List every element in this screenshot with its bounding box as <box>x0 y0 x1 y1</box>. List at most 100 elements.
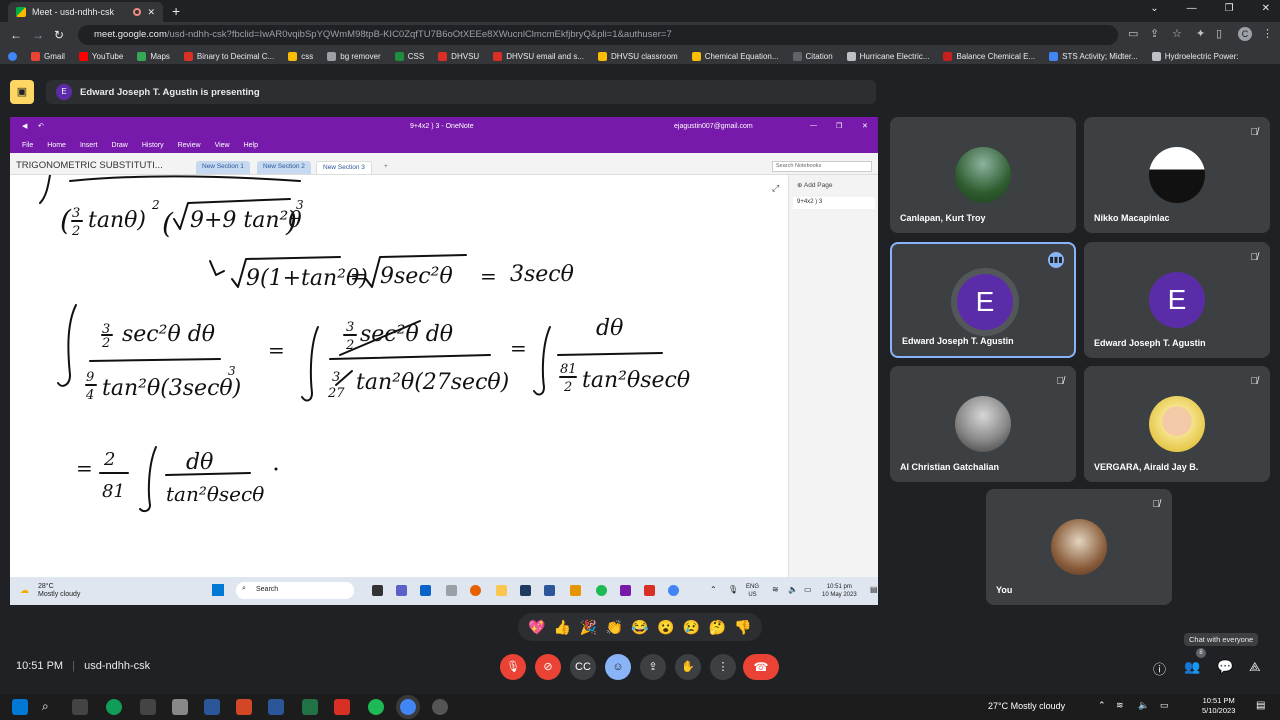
restore-icon[interactable]: ❐ <box>836 122 842 130</box>
app-icon-2[interactable] <box>570 585 581 596</box>
reaction-emoji-button[interactable]: 👏 <box>605 619 622 636</box>
bookmark-item[interactable]: DHVSU email and s... <box>493 51 584 61</box>
notebook-selector[interactable]: TRIGONOMETRIC SUBSTITUTI... <box>16 160 163 171</box>
share-icon[interactable]: ⇪ <box>1150 27 1159 40</box>
bookmark-item[interactable]: DHVSU classroom <box>598 51 678 61</box>
minimize-icon[interactable]: — <box>810 122 817 129</box>
windows-start-icon[interactable] <box>212 584 224 596</box>
mic-icon[interactable]: 🎙 <box>728 585 738 594</box>
bookmark-item[interactable]: Binary to Decimal C... <box>183 51 274 61</box>
app-icon-2[interactable] <box>432 699 448 715</box>
bookmark-item[interactable]: STS Activity; Midter... <box>1049 51 1138 61</box>
taskbar-weather[interactable]: 27°C Mostly cloudy <box>988 701 1065 711</box>
onenote-menu-insert[interactable]: Insert <box>80 142 98 149</box>
bookmark-item[interactable]: Chemical Equation... <box>691 51 779 61</box>
wifi-icon[interactable]: ≋ <box>772 585 779 594</box>
store-icon[interactable] <box>172 699 188 715</box>
search-icon[interactable]: ⌕ <box>42 699 49 714</box>
camera-off-button[interactable]: ⊘ <box>535 654 561 680</box>
back-icon[interactable]: ◀ <box>22 122 27 130</box>
section-tab-3[interactable]: New Section 3 <box>316 161 372 174</box>
bookmark-item[interactable]: Maps <box>137 51 170 61</box>
file-explorer-icon[interactable] <box>496 585 507 596</box>
chevron-down-icon[interactable]: ⌄ <box>1150 3 1158 14</box>
apps-grid-icon[interactable] <box>8 51 17 61</box>
reaction-emoji-button[interactable]: 😮 <box>657 619 674 636</box>
notification-icon[interactable]: ▤ <box>870 585 878 594</box>
app-icon[interactable] <box>140 699 156 715</box>
reaction-emoji-button[interactable]: 💖 <box>528 619 545 636</box>
participant-tile[interactable]: 🎙̸ Nikko Macapinlac <box>1084 117 1270 233</box>
calculator-icon[interactable] <box>544 585 555 596</box>
chrome-icon[interactable] <box>668 585 679 596</box>
leave-call-button[interactable]: ☎ <box>743 654 779 680</box>
bookmark-item[interactable]: Hurricane Electric... <box>846 51 929 61</box>
page-list-item[interactable]: 9+4x2 ) 3 <box>793 197 875 209</box>
participant-tile-active-speaker[interactable]: ▮▮▮ E Edward Joseph T. Agustin <box>890 242 1076 358</box>
section-tab-2[interactable]: New Section 2 <box>257 161 311 174</box>
taskview-icon[interactable] <box>72 699 88 715</box>
reaction-emoji-button[interactable]: 🎉 <box>580 619 597 636</box>
close-icon[interactable]: ✕ <box>862 122 868 130</box>
onenote-menu-help[interactable]: Help <box>244 142 258 149</box>
bookmark-item[interactable]: Citation <box>792 51 833 61</box>
edge-icon[interactable] <box>106 699 122 715</box>
teams-icon[interactable] <box>396 585 407 596</box>
windows-start-icon[interactable] <box>12 699 28 715</box>
language-indicator[interactable]: ENG US <box>746 583 759 599</box>
bookmark-item[interactable]: DHVSU <box>438 51 479 61</box>
close-window-icon[interactable]: ✕ <box>1262 3 1270 14</box>
reload-icon[interactable]: ↻ <box>54 28 64 42</box>
bookmark-item[interactable]: Gmail <box>31 51 65 61</box>
bookmark-item[interactable]: bg remover <box>327 51 381 61</box>
captions-button[interactable]: CC <box>570 654 596 680</box>
camera-permission-icon[interactable]: ▭ <box>1128 27 1138 40</box>
taskbar-clock[interactable]: 10:51 PM 5/10/2023 <box>1202 696 1235 716</box>
onenote-menu-view[interactable]: View <box>215 142 230 149</box>
reaction-emoji-button[interactable]: 👎 <box>734 619 751 636</box>
back-arrow-icon[interactable]: ← <box>10 28 22 42</box>
terminal-icon[interactable] <box>520 585 531 596</box>
bookmark-star-icon[interactable]: ☆ <box>1172 27 1182 40</box>
minimize-icon[interactable]: — <box>1187 3 1197 14</box>
people-icon[interactable]: 👥 <box>1184 659 1200 675</box>
emoji-reaction-button[interactable]: ☺ <box>605 654 631 680</box>
acrobat-icon[interactable] <box>334 699 350 715</box>
mail-icon[interactable] <box>420 585 431 596</box>
volume-icon[interactable]: 🔈 <box>1138 700 1149 711</box>
acrobat-icon[interactable] <box>644 585 655 596</box>
raise-hand-button[interactable]: ✋ <box>675 654 701 680</box>
present-screen-button[interactable]: ⇪ <box>640 654 666 680</box>
spotify-icon[interactable] <box>368 699 384 715</box>
onenote-menu-draw[interactable]: Draw <box>111 142 127 149</box>
add-section-button[interactable]: + <box>378 161 394 174</box>
activities-icon[interactable]: ⟁ <box>1249 659 1261 675</box>
bookmark-item[interactable]: Hydroelectric Power: <box>1151 51 1239 61</box>
undo-icon[interactable]: ↶ <box>38 122 44 130</box>
participant-tile[interactable]: 🎙̸ Al Christian Gatchalian <box>890 366 1076 482</box>
participant-tile-self[interactable]: 🎙̸ You <box>986 489 1172 605</box>
more-options-button[interactable]: ⋮ <box>710 654 736 680</box>
participant-tile[interactable]: Canlapan, Kurt Troy <box>890 117 1076 233</box>
reaction-emoji-button[interactable]: 🤔 <box>709 619 726 636</box>
expand-icon[interactable]: ⤢ <box>772 183 779 194</box>
reaction-emoji-button[interactable]: 😂 <box>631 619 648 636</box>
side-panel-icon[interactable]: ▯ <box>1216 27 1222 40</box>
spotify-icon[interactable] <box>596 585 607 596</box>
meeting-details-icon[interactable]: ⓘ <box>1153 659 1166 678</box>
chrome-icon[interactable] <box>400 699 416 715</box>
taskview-icon[interactable] <box>372 585 383 596</box>
onenote-menu-history[interactable]: History <box>142 142 164 149</box>
participant-tile[interactable]: 🎙̸ VERGARA, Airald Jay B. <box>1084 366 1270 482</box>
onenote-menu-file[interactable]: File <box>22 142 33 149</box>
onenote-menu-home[interactable]: Home <box>47 142 66 149</box>
calculator-icon[interactable] <box>204 699 220 715</box>
bookmark-item[interactable]: Balance Chemical E... <box>943 51 1035 61</box>
battery-icon[interactable]: ▭ <box>804 585 812 594</box>
section-tab-1[interactable]: New Section 1 <box>196 161 250 174</box>
mic-off-button[interactable]: 🎙 <box>500 654 526 680</box>
participant-tile[interactable]: 🎙̸ E Edward Joseph T. Agustin <box>1084 242 1270 358</box>
notification-icon[interactable]: ▤ <box>1256 700 1265 711</box>
chat-icon[interactable]: 💬 <box>1217 659 1233 675</box>
search-notebooks-input[interactable]: Search Notebooks <box>772 161 872 172</box>
